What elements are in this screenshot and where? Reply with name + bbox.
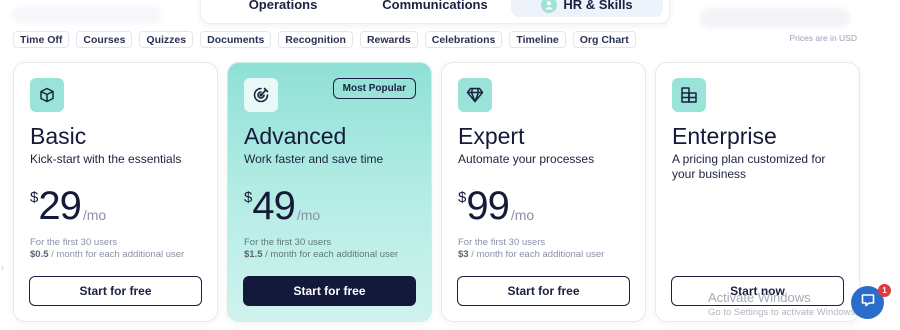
most-popular-badge: Most Popular [332, 78, 416, 99]
tab-label: Operations [248, 0, 318, 12]
extra-user-text: / month for each additional user [48, 249, 185, 260]
extra-user-note: $0.5 / month for each additional user [30, 249, 184, 260]
plan-price: $ 49 /mo [244, 183, 320, 229]
chip-recognition[interactable]: Recognition [278, 31, 353, 48]
plan-name: Basic [30, 123, 87, 149]
price-amount: 49 [252, 184, 295, 228]
plan-price: $ 29 /mo [30, 183, 106, 229]
users-note: For the first 30 users [30, 237, 118, 248]
price-amount: 99 [466, 184, 509, 228]
chip-org-chart[interactable]: Org Chart [572, 31, 636, 48]
blurred-header-right [700, 8, 850, 28]
extra-user-price: $1.5 [244, 249, 263, 260]
plan-card-expert: Expert Automate your processes $ 99 /mo … [441, 62, 646, 322]
plan-price: $ 99 /mo [458, 183, 534, 229]
extra-user-price: $3 [458, 249, 469, 260]
start-free-button-advanced[interactable]: Start for free [243, 276, 416, 306]
plan-tagline: Work faster and save time [244, 152, 384, 166]
chip-timeline[interactable]: Timeline [509, 31, 566, 48]
extra-user-note: $1.5 / month for each additional user [244, 249, 398, 260]
tab-label: HR & Skills [563, 0, 633, 12]
person-icon [541, 0, 558, 13]
price-period: /mo [510, 207, 535, 223]
users-note: For the first 30 users [244, 237, 332, 248]
extra-user-text: / month for each additional user [468, 249, 605, 260]
pricing-cards: Basic Kick-start with the essentials $ 2… [13, 62, 860, 322]
extra-user-text: / month for each additional user [262, 249, 399, 260]
notification-badge: 1 [878, 284, 891, 297]
chip-celebrations[interactable]: Celebrations [424, 31, 503, 48]
scroll-marker: › [1, 262, 4, 272]
chip-time-off[interactable]: Time Off [13, 31, 70, 48]
product-tabs: Operations Communications HR & Skills [200, 0, 670, 24]
plan-tagline: Kick-start with the essentials [30, 152, 182, 166]
activation-watermark-title: Activate Windows [708, 290, 811, 305]
diamond-icon [458, 78, 492, 112]
start-free-button-basic[interactable]: Start for free [29, 276, 202, 306]
chip-documents[interactable]: Documents [200, 31, 272, 48]
plan-name: Enterprise [672, 123, 777, 149]
plan-tagline: A pricing plan customized for your busin… [672, 152, 826, 181]
building-icon [672, 78, 706, 112]
blurred-header-left [12, 6, 162, 24]
plan-name: Expert [458, 123, 525, 149]
start-free-button-expert[interactable]: Start for free [457, 276, 630, 306]
currency-note: Prices are in USD [789, 33, 857, 43]
cube-icon [30, 78, 64, 112]
tab-hr-skills[interactable]: HR & Skills [511, 0, 663, 17]
chat-bubble-icon [860, 292, 876, 313]
chip-quizzes[interactable]: Quizzes [139, 31, 194, 48]
price-amount: 29 [38, 184, 81, 228]
currency-symbol: $ [244, 189, 253, 206]
tab-label: Communications [382, 0, 488, 12]
extra-user-price: $0.5 [30, 249, 49, 260]
plan-card-advanced: Most Popular Advanced Work faster and sa… [227, 62, 432, 322]
tab-operations[interactable]: Operations [207, 0, 359, 17]
chip-rewards[interactable]: Rewards [359, 31, 418, 48]
plan-tagline: Automate your processes [458, 152, 595, 166]
extra-user-note: $3 / month for each additional user [458, 249, 604, 260]
plan-name: Advanced [244, 123, 347, 149]
currency-symbol: $ [458, 189, 467, 206]
target-icon [244, 78, 278, 112]
price-period: /mo [296, 207, 321, 223]
tab-communications[interactable]: Communications [359, 0, 511, 17]
plan-card-enterprise: Enterprise A pricing plan customized for… [655, 62, 860, 322]
price-period: /mo [82, 207, 107, 223]
users-note: For the first 30 users [458, 237, 546, 248]
feature-chips: Time Off Courses Quizzes Documents Recog… [13, 31, 636, 48]
chip-courses[interactable]: Courses [76, 31, 133, 48]
activation-watermark-subtitle: Go to Settings to activate Windows. [708, 307, 858, 318]
plan-card-basic: Basic Kick-start with the essentials $ 2… [13, 62, 218, 322]
currency-symbol: $ [30, 189, 39, 206]
